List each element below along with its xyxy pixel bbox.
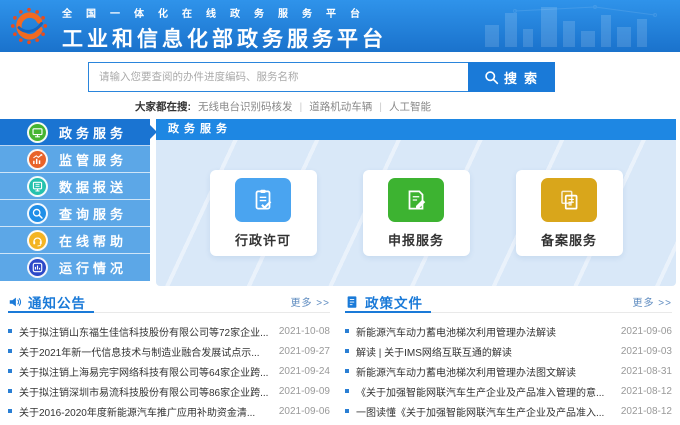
sidebar-item-query-services[interactable]: 查询服务 [0,200,150,227]
card-filing-service[interactable]: 备案服务 [515,170,623,256]
hot-search-separator: | [299,100,303,113]
copy-files-icon [541,177,597,222]
policies-title: 政策文件 [365,295,423,311]
policies-header: 政策文件 更多 >> [345,291,672,313]
item-bullet [8,349,12,353]
sidebar-item-operation-status[interactable]: 运行情况 [0,254,150,281]
sidebar-item-supervision-services[interactable]: 监管服务 [0,146,150,173]
search-button-label: 搜索 [503,70,544,86]
notices-more-link[interactable]: 更多 >> [291,294,330,309]
policies-list: 新能源汽车动力蓄电池梯次利用管理办法解读 2021-09-06 解读 | 关于I… [345,321,672,421]
sidebar-item-online-help[interactable]: 在线帮助 [0,227,150,254]
panel-title: 政务服务 [156,119,676,140]
item-bullet [8,389,12,393]
clipboard-check-icon [235,177,291,222]
item-bullet [345,349,349,353]
notice-date: 2021-09-09 [278,385,330,397]
panel-body: 行政许可 申报服务 备案服务 [156,140,676,286]
policy-item[interactable]: 一图读懂《关于加强智能网联汽车生产企业及产品准入... 2021-08-12 [345,401,672,421]
hot-search-separator: | [379,100,382,113]
ministry-logo-icon [9,6,49,46]
sidebar-item-data-reporting[interactable]: 数据报送 [0,173,150,200]
notice-item[interactable]: 关于拟注销山东福生佳信科技股份有限公司等72家企业... 2021-10-08 [8,321,330,341]
search-service-icon [27,202,48,224]
card-declaration-service[interactable]: 申报服务 [362,170,470,256]
policy-date: 2021-08-12 [620,385,672,397]
policy-item[interactable]: 新能源汽车动力蓄电池梯次利用管理办法解读 2021-09-06 [345,321,672,341]
portal-tagline: 全国一体化在线政务服务平台 [62,9,374,20]
notice-date: 2021-09-27 [278,345,330,357]
government-services-panel: 政务服务 行政许可 申报服务 备案服务 [156,119,676,286]
policy-item[interactable]: 新能源汽车动力蓄电池梯次利用管理办法图文解读 2021-08-31 [345,361,672,381]
headset-icon [27,229,48,251]
dashboard-icon [27,257,48,278]
site-title: 工业和信息化部政务服务平台 [62,28,387,51]
item-bullet [345,389,349,393]
policy-item[interactable]: 解读 | 关于IMS网络互联互通的解读 2021-09-03 [345,341,672,361]
monitor-icon [27,121,48,143]
notices-header: 通知公告 更多 >> [8,291,330,313]
notice-item[interactable]: 关于拟注销上海易完宇网络科技有限公司等64家企业跨... 2021-09-24 [8,361,330,381]
search-bar: 搜索 [88,62,555,92]
hot-search-label: 大家都在搜: [135,101,191,113]
document-edit-icon [388,177,444,222]
notices-list: 关于拟注销山东福生佳信科技股份有限公司等72家企业... 2021-10-08 … [8,321,330,421]
notice-date: 2021-10-08 [278,325,330,337]
hot-search-link-radio[interactable]: 无线电台识别码核发 [198,99,293,114]
item-bullet [8,409,12,413]
policy-item[interactable]: 《关于加强智能网联汽车生产企业及产品准入管理的意... 2021-08-12 [345,381,672,401]
policy-date: 2021-09-03 [620,345,672,357]
bar-chart-icon [27,148,48,170]
policies-section: 政策文件 更多 >> 新能源汽车动力蓄电池梯次利用管理办法解读 2021-09-… [345,291,672,421]
notice-item[interactable]: 关于2021年新一代信息技术与制造业融合发展试点示... 2021-09-27 [8,341,330,361]
policy-date: 2021-08-12 [620,405,672,417]
policy-date: 2021-08-31 [620,365,672,377]
hot-search-link-vehicle[interactable]: 道路机动车辆 [309,99,372,114]
item-bullet [345,409,349,413]
city-skyline-decoration [475,1,675,52]
notices-title: 通知公告 [28,295,86,311]
data-report-icon [27,175,48,197]
notice-item[interactable]: 关于2016-2020年度新能源汽车推广应用补助资金清... 2021-09-0… [8,401,330,421]
item-bullet [345,369,349,373]
sidebar-nav: 政务服务 监管服务 数据报送 查询服务 在线帮助 运行情况 [0,119,157,281]
item-bullet [8,329,12,333]
item-bullet [345,329,349,333]
hot-search-row: 大家都在搜: 无线电台识别码核发 | 道路机动车辆 | 人工智能 [135,99,431,114]
magnifier-icon [484,70,499,85]
notice-date: 2021-09-06 [278,405,330,417]
notice-date: 2021-09-24 [278,365,330,377]
search-input[interactable] [88,62,468,92]
item-bullet [8,369,12,373]
site-header: 全国一体化在线政务服务平台 工业和信息化部政务服务平台 [0,0,680,52]
document-icon [345,295,359,309]
search-button[interactable]: 搜索 [468,62,555,92]
sidebar-item-government-services[interactable]: 政务服务 [0,119,157,146]
notice-item[interactable]: 关于拟注销深圳市易流科技股份有限公司等86家企业跨... 2021-09-09 [8,381,330,401]
hot-search-link-ai[interactable]: 人工智能 [389,99,431,114]
card-administrative-license[interactable]: 行政许可 [209,170,317,256]
policy-date: 2021-09-06 [620,325,672,337]
speaker-icon [8,295,22,309]
policies-more-link[interactable]: 更多 >> [633,294,672,309]
notices-section: 通知公告 更多 >> 关于拟注销山东福生佳信科技股份有限公司等72家企业... … [8,291,330,421]
